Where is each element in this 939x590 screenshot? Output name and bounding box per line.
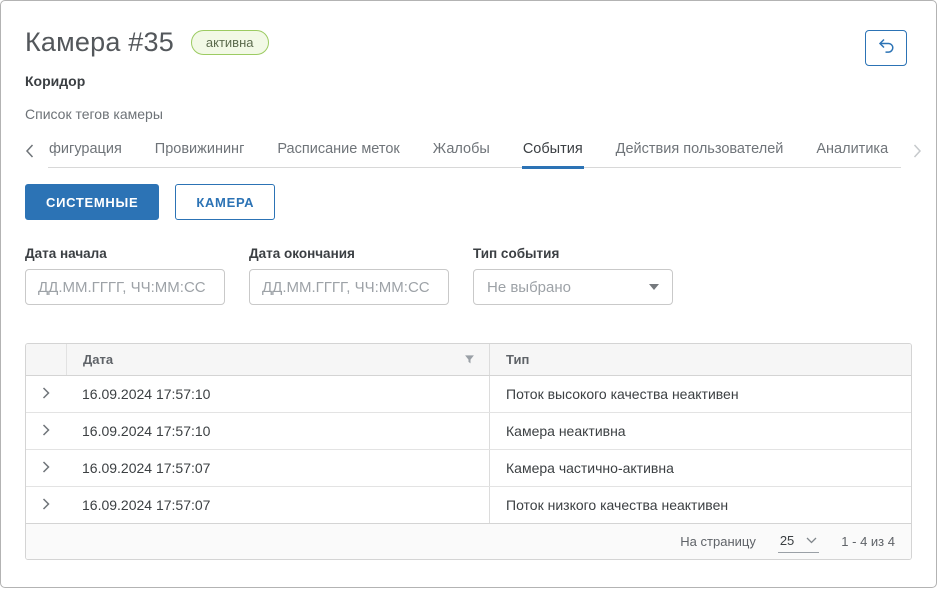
per-page-value: 25 — [780, 533, 794, 548]
camera-tags-list-label: Список тегов камеры — [25, 106, 912, 122]
table-header: Дата Тип — [26, 344, 911, 376]
start-date-label: Дата начала — [25, 246, 225, 261]
date-column-label: Дата — [83, 352, 113, 367]
row-date-cell: 16.09.2024 17:57:07 — [66, 450, 489, 486]
row-type-cell: Камера частично-активна — [489, 450, 911, 486]
chevron-right-icon — [42, 460, 50, 476]
event-type-label: Тип события — [473, 246, 673, 261]
back-button[interactable] — [865, 30, 907, 66]
table-row[interactable]: 16.09.2024 17:57:07 Камера частично-акти… — [26, 450, 911, 487]
row-date-cell: 16.09.2024 17:57:10 — [66, 376, 489, 412]
row-expander[interactable] — [26, 450, 66, 486]
chevron-down-icon — [806, 537, 817, 544]
row-type: Камера частично-активна — [506, 460, 674, 476]
chevron-down-icon — [649, 284, 659, 290]
row-type: Камера неактивна — [506, 423, 626, 439]
tabs-bar: фигурация Провижининг Расписание меток Жало… — [1, 135, 936, 168]
table-pagination: На страницу 25 1 - 4 из 4 — [26, 524, 911, 559]
events-table: Дата Тип 16.09.2024 17:57:10 Поток высок… — [25, 343, 912, 560]
row-date-cell: 16.09.2024 17:57:10 — [66, 413, 489, 449]
page-title: Камера #35 — [25, 27, 174, 58]
row-date: 16.09.2024 17:57:07 — [82, 460, 210, 476]
row-type-cell: Поток низкого качества неактивен — [489, 487, 911, 523]
type-column-header: Тип — [489, 344, 911, 375]
end-date-field-group: Дата окончания — [249, 246, 449, 305]
system-events-button[interactable]: СИСТЕМНЫЕ — [25, 184, 159, 220]
status-badge: активна — [191, 30, 269, 56]
per-page-label: На страницу — [680, 534, 756, 549]
chevron-right-icon — [42, 497, 50, 513]
table-row[interactable]: 16.09.2024 17:57:10 Поток высокого качес… — [26, 376, 911, 413]
tab[interactable]: Жалобы — [432, 135, 491, 169]
event-type-select[interactable]: Не выбрано — [473, 269, 673, 305]
table-body: 16.09.2024 17:57:10 Поток высокого качес… — [26, 376, 911, 524]
page-header: Камера #35 активна Коридор Список тегов … — [1, 1, 936, 122]
event-type-field-group: Тип события Не выбрано — [473, 246, 673, 305]
per-page-select[interactable]: 25 — [778, 531, 819, 553]
chevron-right-icon — [42, 386, 50, 402]
row-type: Поток низкого качества неактивен — [506, 497, 728, 513]
start-date-field-group: Дата начала — [25, 246, 225, 305]
camera-page: Камера #35 активна Коридор Список тегов … — [0, 0, 937, 588]
tab[interactable]: Провижининг — [154, 135, 246, 169]
filter-funnel-icon[interactable] — [464, 354, 475, 365]
camera-events-button[interactable]: КАМЕРА — [175, 184, 275, 220]
chevron-right-icon — [42, 423, 50, 439]
row-expander[interactable] — [26, 413, 66, 449]
type-column-label: Тип — [506, 352, 529, 367]
tab[interactable]: Расписание меток — [276, 135, 400, 169]
row-type-cell: Камера неактивна — [489, 413, 911, 449]
row-date: 16.09.2024 17:57:07 — [82, 497, 210, 513]
row-date: 16.09.2024 17:57:10 — [82, 386, 210, 402]
table-row[interactable]: 16.09.2024 17:57:07 Поток низкого качест… — [26, 487, 911, 524]
tabs-scroll-right-icon[interactable] — [907, 144, 922, 168]
tabs: фигурация Провижининг Расписание меток Жало… — [48, 135, 901, 168]
date-column-header: Дата — [66, 344, 489, 375]
tab[interactable]: Аналитика — [815, 135, 889, 169]
event-type-value: Не выбрано — [487, 279, 571, 296]
start-date-input[interactable] — [25, 269, 225, 305]
end-date-label: Дата окончания — [249, 246, 449, 261]
row-expander[interactable] — [26, 487, 66, 523]
event-filters: Дата начала Дата окончания Тип события Н… — [25, 246, 912, 305]
row-type: Поток высокого качества неактивен — [506, 386, 739, 402]
table-row[interactable]: 16.09.2024 17:57:10 Камера неактивна — [26, 413, 911, 450]
tab[interactable]: Действия пользователей — [615, 135, 785, 169]
end-date-input[interactable] — [249, 269, 449, 305]
return-arrow-icon — [877, 38, 895, 59]
event-source-toggle: СИСТЕМНЫЕ КАМЕРА — [25, 184, 912, 220]
tabs-scroll-left-icon[interactable] — [25, 144, 36, 168]
tab[interactable]: События — [522, 135, 584, 169]
row-expander[interactable] — [26, 376, 66, 412]
row-date: 16.09.2024 17:57:10 — [82, 423, 210, 439]
row-type-cell: Поток высокого качества неактивен — [489, 376, 911, 412]
tab[interactable]: фигурация — [48, 135, 123, 169]
camera-location: Коридор — [25, 73, 912, 89]
pagination-range: 1 - 4 из 4 — [841, 534, 895, 549]
row-date-cell: 16.09.2024 17:57:07 — [66, 487, 489, 523]
